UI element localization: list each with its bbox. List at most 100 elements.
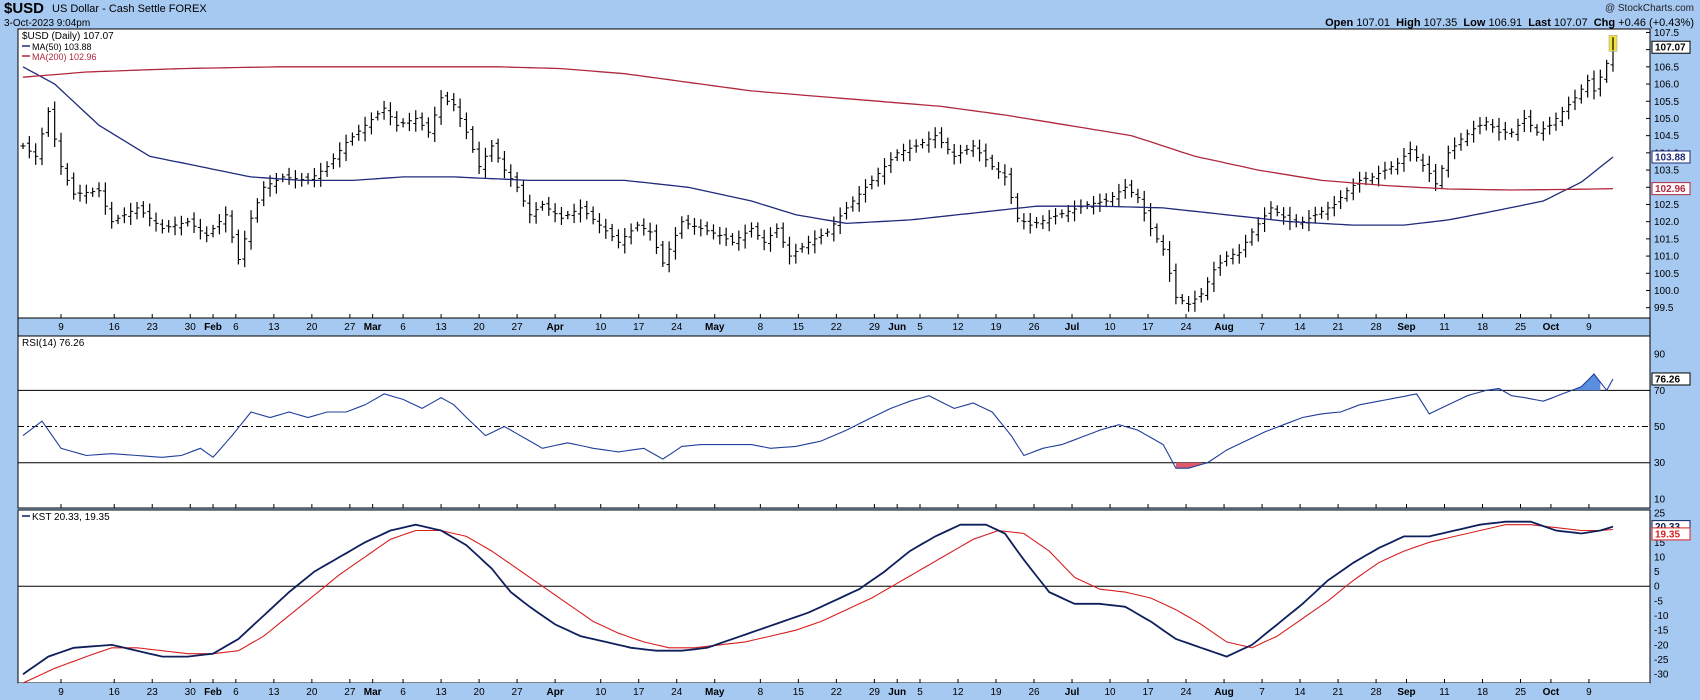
price-axis-label: 100.5 bbox=[1654, 269, 1679, 280]
date-label: 11 bbox=[1439, 687, 1450, 698]
date-label: 20 bbox=[306, 322, 318, 333]
ma200-legend: MA(200) 102.96 bbox=[32, 52, 97, 62]
kst-axis-label: -10 bbox=[1654, 611, 1669, 622]
date-label: Sep bbox=[1397, 322, 1415, 333]
price-axis-label: 106.0 bbox=[1654, 80, 1679, 91]
date-label: 9 bbox=[58, 322, 64, 333]
kst-axis-label: 10 bbox=[1654, 552, 1666, 563]
date-label: 17 bbox=[633, 687, 645, 698]
date-label: 13 bbox=[268, 322, 280, 333]
kst-axis-label: -30 bbox=[1654, 670, 1669, 681]
kst-signal-value-label: 19.35 bbox=[1655, 529, 1680, 540]
price-axis-label: 99.5 bbox=[1654, 303, 1674, 314]
date-label: 15 bbox=[793, 322, 805, 333]
date-label: 17 bbox=[633, 322, 645, 333]
rsi-value-label: 76.26 bbox=[1655, 374, 1680, 385]
date-label: 5 bbox=[917, 322, 923, 333]
date-label: 7 bbox=[1259, 687, 1265, 698]
date-label: 20 bbox=[306, 687, 318, 698]
date-label: 17 bbox=[1142, 687, 1154, 698]
panel-r bbox=[17, 335, 1651, 509]
date-label: 18 bbox=[1477, 687, 1489, 698]
date-label: 16 bbox=[109, 322, 121, 333]
date-label: 24 bbox=[671, 687, 683, 698]
date-label: 18 bbox=[1477, 322, 1489, 333]
date-label: 26 bbox=[1028, 687, 1040, 698]
date-label: 11 bbox=[1439, 322, 1450, 333]
date-label: Sep bbox=[1397, 687, 1415, 698]
ma50-value-label: 103.88 bbox=[1655, 152, 1686, 163]
date-label: 17 bbox=[1142, 322, 1154, 333]
ma200-value-label: 102.96 bbox=[1655, 184, 1686, 195]
date-label: 16 bbox=[109, 687, 121, 698]
date-label: May bbox=[705, 322, 725, 333]
date-label: 7 bbox=[1259, 322, 1265, 333]
rsi-axis-label: 10 bbox=[1654, 494, 1666, 505]
kst-legend: KST 20.33, 19.35 bbox=[32, 512, 110, 523]
price-legend: $USD (Daily) 107.07 bbox=[22, 31, 114, 42]
kst-axis-label: -20 bbox=[1654, 640, 1669, 651]
price-axis-label: 105.5 bbox=[1654, 97, 1679, 108]
date-label: 9 bbox=[58, 687, 64, 698]
date-label: 13 bbox=[268, 687, 280, 698]
date-label: 24 bbox=[1180, 687, 1192, 698]
price-axis-label: 103.5 bbox=[1654, 166, 1679, 177]
rsi-axis-label: 70 bbox=[1654, 386, 1666, 397]
date-label: 21 bbox=[1333, 322, 1345, 333]
kst-axis-label: -25 bbox=[1654, 655, 1669, 666]
date-label: 13 bbox=[436, 687, 448, 698]
date-label: 15 bbox=[793, 687, 805, 698]
chart-canvas: 99.5100.0100.5101.0101.5102.0102.5103.01… bbox=[17, 28, 1691, 700]
date-label: 19 bbox=[990, 687, 1002, 698]
date-label: Apr bbox=[546, 322, 563, 333]
kst-axis-label: 5 bbox=[1654, 567, 1660, 578]
ma50-legend: MA(50) 103.88 bbox=[32, 42, 92, 52]
kst-axis-label: -5 bbox=[1654, 596, 1663, 607]
date-label: 9 bbox=[1586, 687, 1592, 698]
date-label: 29 bbox=[869, 322, 881, 333]
date-label: Aug bbox=[1214, 687, 1233, 698]
date-label: 14 bbox=[1295, 687, 1307, 698]
date-label: Mar bbox=[364, 322, 382, 333]
date-label: Jul bbox=[1065, 687, 1080, 698]
price-axis-label: 101.5 bbox=[1654, 234, 1679, 245]
date-label: 28 bbox=[1371, 687, 1383, 698]
date-label: 26 bbox=[1028, 322, 1040, 333]
date-label: 27 bbox=[344, 322, 356, 333]
date-label: Jul bbox=[1065, 322, 1080, 333]
date-label: 29 bbox=[869, 687, 881, 698]
price-axis-label: 102.0 bbox=[1654, 217, 1679, 228]
date-label: 23 bbox=[147, 687, 159, 698]
panel-p bbox=[17, 28, 1651, 319]
kst-axis-label: 0 bbox=[1654, 582, 1660, 593]
date-label: 12 bbox=[952, 687, 964, 698]
price-axis-label: 102.5 bbox=[1654, 200, 1679, 211]
date-label: 6 bbox=[233, 322, 239, 333]
date-label: 25 bbox=[1515, 322, 1527, 333]
rsi-axis-label: 50 bbox=[1654, 422, 1666, 433]
date-label: 20 bbox=[474, 322, 486, 333]
date-label: 30 bbox=[185, 687, 197, 698]
date-label: Aug bbox=[1214, 322, 1233, 333]
date-label: Jun bbox=[888, 322, 906, 333]
last-price-label: 107.07 bbox=[1655, 43, 1686, 54]
date-label: 27 bbox=[512, 687, 524, 698]
rsi-axis-label: 90 bbox=[1654, 350, 1666, 361]
date-label: 5 bbox=[917, 687, 923, 698]
rsi-axis-label: 30 bbox=[1654, 458, 1666, 469]
date-label: Oct bbox=[1543, 322, 1560, 333]
date-label: 30 bbox=[185, 322, 197, 333]
date-label: Jun bbox=[888, 687, 906, 698]
date-label: 10 bbox=[1104, 687, 1116, 698]
date-label: 12 bbox=[952, 322, 964, 333]
date-label: 6 bbox=[233, 687, 239, 698]
date-label: 24 bbox=[671, 322, 683, 333]
date-label: 13 bbox=[436, 322, 448, 333]
date-label: 24 bbox=[1180, 322, 1192, 333]
date-label: 22 bbox=[831, 322, 843, 333]
price-axis-label: 107.5 bbox=[1654, 28, 1679, 39]
rsi-legend: RSI(14) 76.26 bbox=[22, 338, 85, 349]
price-axis-label: 106.5 bbox=[1654, 62, 1679, 73]
date-label: Feb bbox=[204, 322, 222, 333]
price-axis-label: 101.0 bbox=[1654, 252, 1679, 263]
